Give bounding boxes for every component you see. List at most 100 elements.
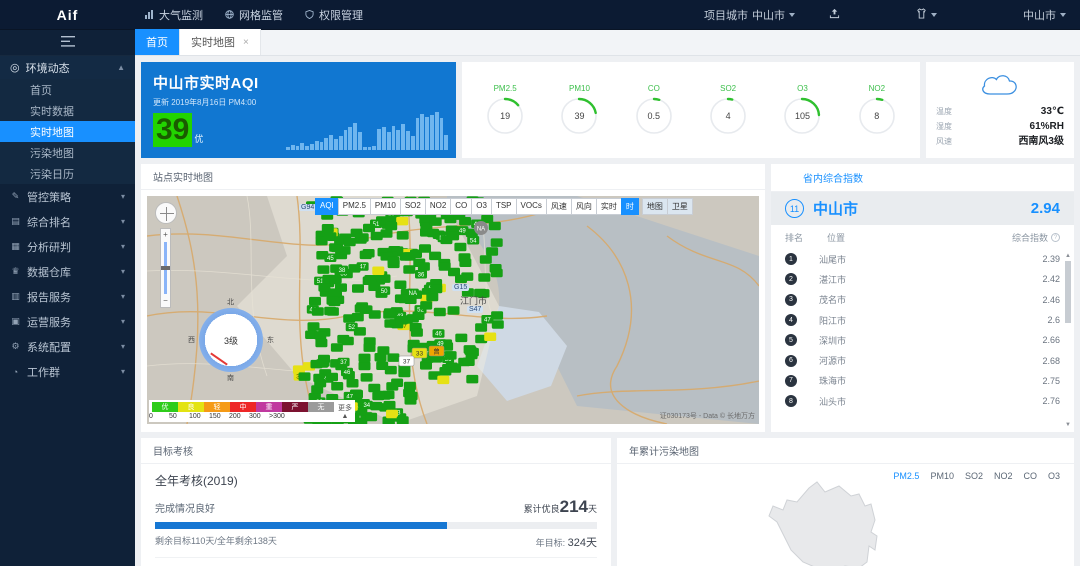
- ranking-row[interactable]: 8汕头市2.76: [771, 391, 1074, 411]
- map-station-marker[interactable]: [331, 244, 343, 253]
- sidebar-item-comprehensive-ranking[interactable]: ▤ 综合排名 ▾: [0, 209, 135, 234]
- map-station-marker[interactable]: [448, 306, 460, 315]
- map-station-marker[interactable]: [384, 308, 396, 317]
- map-station-marker[interactable]: [480, 255, 492, 264]
- map-station-marker[interactable]: [420, 301, 432, 310]
- tab-home[interactable]: 首页: [135, 29, 180, 55]
- pollution-tab-so2[interactable]: SO2: [965, 471, 983, 481]
- map-station-marker[interactable]: [344, 238, 356, 247]
- topnav-item-air[interactable]: 大气监测: [145, 7, 203, 23]
- ranking-self-row[interactable]: 11 中山市 2.94: [771, 192, 1074, 225]
- sidebar-item-control-strategy[interactable]: ✎ 管控策略 ▾: [0, 184, 135, 209]
- scroll-up-icon[interactable]: ▲: [1065, 253, 1071, 259]
- map-station-marker[interactable]: [363, 224, 375, 233]
- topnav-item-auth[interactable]: 权限管理: [305, 7, 363, 23]
- zoom-in-icon[interactable]: +: [161, 230, 170, 240]
- map-station-marker[interactable]: [484, 333, 496, 342]
- gauge-so2[interactable]: SO24: [708, 84, 748, 136]
- map-station-marker[interactable]: [385, 222, 397, 231]
- map-station-marker[interactable]: [355, 304, 367, 313]
- sidebar-item-system-config[interactable]: ⚙ 系统配置 ▾: [0, 334, 135, 359]
- map-layer-vocs[interactable]: VOCs: [516, 198, 547, 215]
- map-station-marker[interactable]: [359, 362, 371, 371]
- map-station-marker[interactable]: [486, 247, 498, 256]
- pollution-tab-o3[interactable]: O3: [1048, 471, 1060, 481]
- map-station-marker[interactable]: [403, 265, 415, 274]
- legend-more-button[interactable]: 更多 ▲: [338, 402, 352, 420]
- map-station-marker[interactable]: [475, 323, 487, 332]
- map-station-marker[interactable]: [308, 322, 320, 331]
- map-station-marker[interactable]: [372, 392, 384, 401]
- map-station-marker[interactable]: [372, 267, 384, 276]
- sidebar-item-pollution-calendar[interactable]: 污染日历: [0, 163, 135, 184]
- map-station-marker[interactable]: [439, 367, 451, 376]
- map-canvas[interactable]: 3752363946514747493850NA5440335648424434…: [147, 196, 759, 424]
- tab-realtime-map[interactable]: 实时地图 ×: [180, 29, 261, 55]
- map-station-marker[interactable]: [478, 273, 490, 282]
- map-layer-no2[interactable]: NO2: [425, 198, 451, 215]
- scroll-down-icon[interactable]: ▼: [1065, 422, 1071, 428]
- map-station-marker[interactable]: [434, 308, 446, 317]
- map-layer-o3[interactable]: O3: [471, 198, 492, 215]
- map-station-marker[interactable]: [445, 351, 457, 360]
- map-pan-control[interactable]: [155, 202, 177, 224]
- map-station-marker[interactable]: [396, 316, 408, 325]
- map-station-marker[interactable]: [426, 293, 438, 302]
- map-station-marker[interactable]: [427, 229, 439, 238]
- ranking-row[interactable]: 7珠海市2.75: [771, 371, 1074, 391]
- map-station-marker[interactable]: [405, 396, 417, 405]
- map-station-marker[interactable]: [466, 375, 478, 384]
- sidebar-item-home[interactable]: 首页: [0, 79, 135, 100]
- map-station-marker[interactable]: [418, 262, 430, 271]
- sidebar-item-analysis[interactable]: ▦ 分析研判 ▾: [0, 234, 135, 259]
- scroll-thumb[interactable]: [1065, 261, 1071, 323]
- topnav-item-grid[interactable]: 网格监管: [225, 7, 283, 23]
- map-station-marker[interactable]: [388, 257, 400, 266]
- sidebar-item-realtime-map[interactable]: 实时地图: [0, 121, 135, 142]
- map-station-marker[interactable]: [411, 328, 423, 337]
- map-station-marker[interactable]: [318, 283, 330, 292]
- tab-province-index[interactable]: 省内综合指数: [791, 170, 875, 194]
- map-station-marker[interactable]: [364, 343, 376, 352]
- sidebar-group-environment[interactable]: ◎ 环境动态 ▲: [0, 56, 135, 79]
- map-station-marker[interactable]: [330, 288, 342, 297]
- ranking-row[interactable]: 1汕尾市2.39: [771, 249, 1074, 269]
- map-station-marker[interactable]: [385, 366, 397, 375]
- map-station-marker[interactable]: [314, 379, 326, 388]
- map-layer-风速[interactable]: 风速: [546, 198, 572, 215]
- map-station-marker[interactable]: [317, 265, 329, 274]
- gauge-co[interactable]: CO0.5: [634, 84, 674, 136]
- ranking-row[interactable]: 4阳江市2.6: [771, 310, 1074, 330]
- map-station-marker[interactable]: [309, 297, 321, 306]
- wind-compass[interactable]: 3级 北 南 西 东: [199, 308, 263, 372]
- map-station-marker[interactable]: [314, 331, 326, 340]
- map-station-marker[interactable]: [381, 229, 393, 238]
- sidebar-item-report-service[interactable]: ▥ 报告服务 ▾: [0, 284, 135, 309]
- map-station-marker[interactable]: [430, 217, 442, 226]
- map-station-marker[interactable]: [396, 217, 408, 226]
- map-layer-so2[interactable]: SO2: [400, 198, 426, 215]
- map-layer-pm25[interactable]: PM2.5: [338, 198, 371, 215]
- map-station-marker[interactable]: [312, 307, 324, 316]
- map-station-marker[interactable]: [454, 243, 466, 252]
- zoom-track[interactable]: [164, 242, 167, 294]
- map-station-marker[interactable]: [455, 275, 467, 284]
- map-station-marker[interactable]: [413, 312, 425, 321]
- map-station-marker[interactable]: [361, 373, 373, 382]
- map-layer-pm10[interactable]: PM10: [370, 198, 401, 215]
- map-station-marker[interactable]: [369, 310, 381, 319]
- gauge-pm10[interactable]: PM1039: [559, 84, 599, 136]
- map-station-marker[interactable]: [404, 382, 416, 391]
- map-station-marker[interactable]: [490, 264, 502, 273]
- sidebar-item-realtime-data[interactable]: 实时数据: [0, 100, 135, 121]
- map-layer-tsp[interactable]: TSP: [491, 198, 517, 215]
- map-station-marker[interactable]: [397, 416, 409, 424]
- ranking-row[interactable]: 5深圳市2.66: [771, 330, 1074, 350]
- map-layer-实时[interactable]: 实时: [596, 198, 622, 215]
- map-station-marker[interactable]: [391, 379, 403, 388]
- map-station-marker[interactable]: [455, 334, 467, 343]
- map-station-marker[interactable]: [331, 343, 343, 352]
- upload-button[interactable]: [829, 8, 840, 22]
- map-station-marker[interactable]: [364, 275, 376, 284]
- ranking-row[interactable]: 6河源市2.68: [771, 350, 1074, 370]
